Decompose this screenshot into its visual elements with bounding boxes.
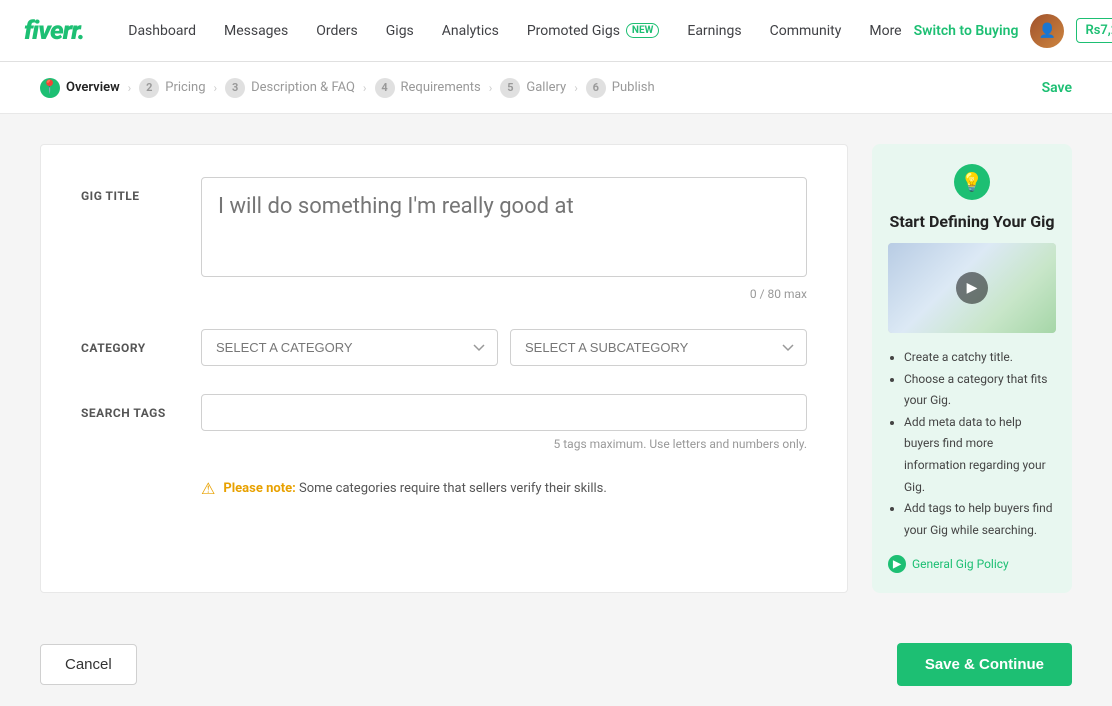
nav-more[interactable]: More xyxy=(857,15,913,47)
category-selects: SELECT A CATEGORY SELECT A SUBCATEGORY xyxy=(201,329,807,366)
step-5-label: Gallery xyxy=(526,80,566,95)
notice-row: ⚠ Please note: Some categories require t… xyxy=(81,479,807,498)
step-1-icon: 📍 xyxy=(40,78,60,98)
char-count: 0 / 80 max xyxy=(201,287,807,301)
nav-community[interactable]: Community xyxy=(758,15,854,47)
search-tags-field: 5 tags maximum. Use letters and numbers … xyxy=(201,394,807,451)
arrow-1: › xyxy=(128,81,132,95)
breadcrumb-steps: 📍 Overview › 2 Pricing › 3 Description &… xyxy=(40,78,1042,98)
info-card: 💡 Start Defining Your Gig ▶ Create a cat… xyxy=(872,144,1072,593)
step-5-icon: 5 xyxy=(500,78,520,98)
nav-analytics[interactable]: Analytics xyxy=(430,15,511,47)
video-thumbnail[interactable]: ▶ xyxy=(888,243,1056,333)
tip-4: Add tags to help buyers find your Gig wh… xyxy=(904,498,1056,541)
category-dropdown[interactable]: SELECT A CATEGORY xyxy=(201,329,498,366)
category-row: CATEGORY SELECT A CATEGORY SELECT A SUBC… xyxy=(81,329,807,366)
save-continue-button[interactable]: Save & Continue xyxy=(897,643,1072,686)
nav-dashboard[interactable]: Dashboard xyxy=(116,15,208,47)
gig-title-field: 0 / 80 max xyxy=(201,177,807,301)
step-4-icon: 4 xyxy=(375,78,395,98)
step-gallery[interactable]: 5 Gallery xyxy=(500,78,566,98)
arrow-4: › xyxy=(489,81,493,95)
gig-title-row: GIG TITLE 0 / 80 max xyxy=(81,177,807,301)
navbar: fiverr. Dashboard Messages Orders Gigs A… xyxy=(0,0,1112,62)
breadcrumb-save-button[interactable]: Save xyxy=(1042,80,1072,96)
breadcrumb-bar: 📍 Overview › 2 Pricing › 3 Description &… xyxy=(0,62,1112,114)
subcategory-dropdown[interactable]: SELECT A SUBCATEGORY xyxy=(510,329,807,366)
notice-icon: ⚠ xyxy=(201,479,215,498)
step-2-label: Pricing xyxy=(165,80,205,95)
tags-hint: 5 tags maximum. Use letters and numbers … xyxy=(201,437,807,451)
policy-link-icon: ▶ xyxy=(888,555,906,573)
nav-earnings[interactable]: Earnings xyxy=(675,15,753,47)
new-badge: NEW xyxy=(626,23,659,38)
policy-link-text: General Gig Policy xyxy=(912,557,1009,571)
lightbulb-icon: 💡 xyxy=(954,164,990,200)
tip-2: Choose a category that fits your Gig. xyxy=(904,369,1056,412)
gig-title-input[interactable] xyxy=(201,177,807,277)
step-description[interactable]: 3 Description & FAQ xyxy=(225,78,355,98)
category-label: CATEGORY xyxy=(81,329,201,366)
info-card-title: Start Defining Your Gig xyxy=(888,212,1056,231)
switch-buying-button[interactable]: Switch to Buying xyxy=(914,23,1019,39)
step-2-icon: 2 xyxy=(139,78,159,98)
form-card: GIG TITLE 0 / 80 max CATEGORY SELECT A C… xyxy=(40,144,848,593)
category-field: SELECT A CATEGORY SELECT A SUBCATEGORY xyxy=(201,329,807,366)
notice-body: Some categories require that sellers ver… xyxy=(299,481,607,496)
info-tips-list: Create a catchy title. Choose a category… xyxy=(888,347,1056,541)
step-6-icon: 6 xyxy=(586,78,606,98)
nav-orders[interactable]: Orders xyxy=(304,15,370,47)
step-1-label: Overview xyxy=(66,80,120,95)
step-4-label: Requirements xyxy=(401,80,481,95)
fiverr-logo[interactable]: fiverr. xyxy=(24,16,84,46)
nav-promoted-gigs[interactable]: Promoted Gigs NEW xyxy=(515,15,672,47)
main-content: GIG TITLE 0 / 80 max CATEGORY SELECT A C… xyxy=(0,114,1112,623)
arrow-3: › xyxy=(363,81,367,95)
arrow-2: › xyxy=(214,81,218,95)
step-pricing[interactable]: 2 Pricing xyxy=(139,78,205,98)
navbar-right: Switch to Buying 👤 Rs7,293.32 xyxy=(914,14,1112,48)
arrow-5: › xyxy=(574,81,578,95)
play-button[interactable]: ▶ xyxy=(956,272,988,304)
sidebar-panel: 💡 Start Defining Your Gig ▶ Create a cat… xyxy=(872,144,1072,593)
step-publish[interactable]: 6 Publish xyxy=(586,78,655,98)
gig-title-label: GIG TITLE xyxy=(81,177,201,301)
step-6-label: Publish xyxy=(612,80,655,95)
tip-3: Add meta data to help buyers find more i… xyxy=(904,412,1056,498)
search-tags-input[interactable] xyxy=(201,394,807,431)
tip-1: Create a catchy title. xyxy=(904,347,1056,369)
cancel-button[interactable]: Cancel xyxy=(40,644,137,685)
search-tags-row: SEARCH TAGS 5 tags maximum. Use letters … xyxy=(81,394,807,451)
bottom-actions: Cancel Save & Continue xyxy=(0,623,1112,706)
search-tags-label: SEARCH TAGS xyxy=(81,394,201,451)
navbar-links: Dashboard Messages Orders Gigs Analytics… xyxy=(116,15,913,47)
policy-link[interactable]: ▶ General Gig Policy xyxy=(888,555,1056,573)
step-3-icon: 3 xyxy=(225,78,245,98)
notice-label: Please note: xyxy=(223,481,295,496)
nav-messages[interactable]: Messages xyxy=(212,15,300,47)
nav-gigs[interactable]: Gigs xyxy=(374,15,426,47)
step-requirements[interactable]: 4 Requirements xyxy=(375,78,481,98)
notice-text: Please note: Some categories require tha… xyxy=(223,481,606,496)
step-overview[interactable]: 📍 Overview xyxy=(40,78,120,98)
balance-badge: Rs7,293.32 xyxy=(1076,18,1112,43)
step-3-label: Description & FAQ xyxy=(251,80,355,95)
avatar[interactable]: 👤 xyxy=(1030,14,1064,48)
